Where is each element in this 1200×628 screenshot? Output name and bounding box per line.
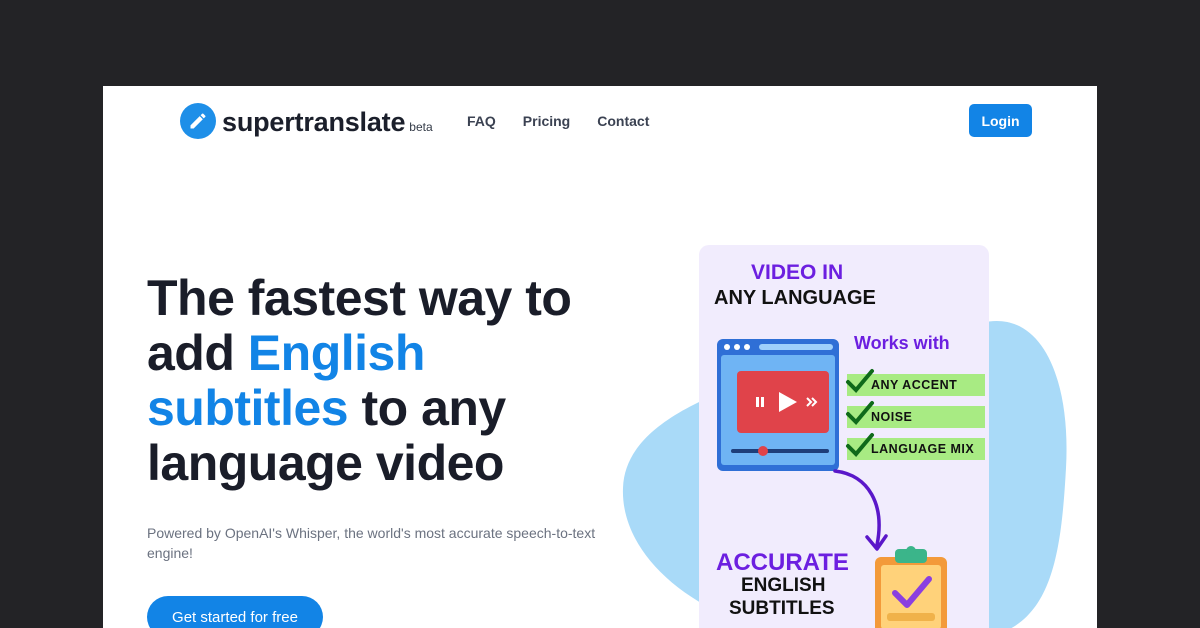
headline-accent-subtitles: subtitles: [147, 380, 349, 436]
card-title-line-1: VIDEO IN: [751, 261, 844, 284]
feature-label: ANY ACCENT: [871, 378, 958, 392]
nav-item-faq[interactable]: FAQ: [467, 113, 496, 129]
check-icon: [846, 433, 874, 457]
feature-label: NOISE: [871, 410, 913, 424]
feature-tag-language-mix: LANGUAGE MIX: [846, 433, 985, 460]
check-icon: [846, 369, 874, 393]
card-title-line-2: ANY LANGUAGE: [714, 287, 876, 309]
nav-item-contact[interactable]: Contact: [597, 113, 649, 129]
brand-logo[interactable]: supertranslate beta: [180, 103, 433, 139]
result-line-1: ACCURATE: [716, 549, 849, 576]
result-line-3: SUBTITLES: [729, 598, 835, 619]
hero-subtitle: Powered by OpenAI's Whisper, the world's…: [147, 525, 596, 561]
get-started-button[interactable]: Get started for free: [147, 596, 323, 628]
feature-tag-noise: NOISE: [846, 401, 985, 428]
video-player-icon: [717, 339, 839, 471]
feature-tag-accent: ANY ACCENT: [846, 369, 985, 396]
brand-name: supertranslate: [222, 107, 406, 137]
beta-badge: beta: [409, 120, 433, 134]
feature-label: LANGUAGE MIX: [871, 442, 975, 456]
clipboard-check-icon: [875, 546, 947, 628]
headline-line-1: The fastest way to: [147, 270, 572, 326]
landing-page: supertranslate beta FAQ Pricing Contact …: [103, 86, 1097, 628]
check-icon: [846, 401, 874, 425]
main-nav: FAQ Pricing Contact: [467, 113, 676, 129]
result-line-2: ENGLISH: [741, 575, 826, 596]
headline-line-2-pre: add: [147, 325, 248, 381]
hero-headline: The fastest way to add English subtitles…: [147, 271, 627, 491]
login-button[interactable]: Login: [969, 104, 1032, 137]
works-with-label: Works with: [854, 333, 950, 353]
nav-item-pricing[interactable]: Pricing: [523, 113, 570, 129]
illustration-card: VIDEO IN ANY LANGUAGE Works with ANY ACC…: [699, 245, 989, 628]
headline-line-3-post: to any: [348, 380, 506, 436]
pencil-icon: [180, 103, 216, 139]
headline-line-4: language video: [147, 435, 504, 491]
headline-accent-english: English: [247, 325, 426, 381]
